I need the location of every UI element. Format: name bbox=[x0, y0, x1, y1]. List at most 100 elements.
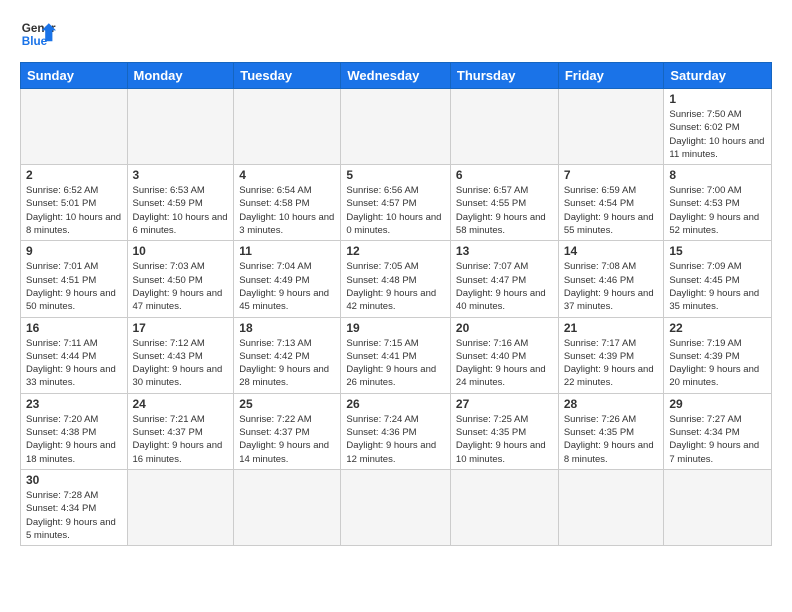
day-info: Sunrise: 7:07 AM Sunset: 4:47 PM Dayligh… bbox=[456, 260, 553, 313]
day-cell: 6 Sunrise: 6:57 AM Sunset: 4:55 PM Daylig… bbox=[450, 165, 558, 241]
day-cell bbox=[558, 469, 664, 545]
day-number: 9 bbox=[26, 244, 122, 258]
day-cell: 1Sunrise: 7:50 AM Sunset: 6:02 PM Daylig… bbox=[664, 89, 772, 165]
day-cell bbox=[127, 89, 234, 165]
week-row-0: 1Sunrise: 7:50 AM Sunset: 6:02 PM Daylig… bbox=[21, 89, 772, 165]
day-info: Sunrise: 7:25 AM Sunset: 4:35 PM Dayligh… bbox=[456, 413, 553, 466]
weekday-header-tuesday: Tuesday bbox=[234, 63, 341, 89]
page: General Blue SundayMondayTuesdayWednesda… bbox=[0, 0, 792, 556]
day-info: Sunrise: 7:26 AM Sunset: 4:35 PM Dayligh… bbox=[564, 413, 659, 466]
day-info: Sunrise: 7:08 AM Sunset: 4:46 PM Dayligh… bbox=[564, 260, 659, 313]
day-cell: 13 Sunrise: 7:07 AM Sunset: 4:47 PM Dayli… bbox=[450, 241, 558, 317]
day-cell: 27 Sunrise: 7:25 AM Sunset: 4:35 PM Dayli… bbox=[450, 393, 558, 469]
day-number: 19 bbox=[346, 321, 445, 335]
day-info: Sunrise: 6:53 AM Sunset: 4:59 PM Dayligh… bbox=[133, 184, 229, 237]
day-number: 25 bbox=[239, 397, 335, 411]
day-cell: 26Sunrise: 7:24 AM Sunset: 4:36 PM Dayli… bbox=[341, 393, 451, 469]
calendar-table: SundayMondayTuesdayWednesdayThursdayFrid… bbox=[20, 62, 772, 546]
day-number: 2 bbox=[26, 168, 122, 182]
weekday-header-sunday: Sunday bbox=[21, 63, 128, 89]
day-cell: 4 Sunrise: 6:54 AM Sunset: 4:58 PM Daylig… bbox=[234, 165, 341, 241]
logo: General Blue bbox=[20, 16, 56, 52]
day-number: 8 bbox=[669, 168, 766, 182]
weekday-header-friday: Friday bbox=[558, 63, 664, 89]
day-number: 30 bbox=[26, 473, 122, 487]
day-cell: 15 Sunrise: 7:09 AM Sunset: 4:45 PM Dayli… bbox=[664, 241, 772, 317]
day-cell: 2Sunrise: 6:52 AM Sunset: 5:01 PM Daylig… bbox=[21, 165, 128, 241]
day-cell bbox=[127, 469, 234, 545]
day-number: 5 bbox=[346, 168, 445, 182]
day-cell bbox=[450, 469, 558, 545]
day-cell bbox=[341, 469, 451, 545]
day-cell: 7Sunrise: 6:59 AM Sunset: 4:54 PM Daylig… bbox=[558, 165, 664, 241]
weekday-header-saturday: Saturday bbox=[664, 63, 772, 89]
day-cell: 8 Sunrise: 7:00 AM Sunset: 4:53 PM Daylig… bbox=[664, 165, 772, 241]
day-number: 14 bbox=[564, 244, 659, 258]
day-number: 10 bbox=[133, 244, 229, 258]
day-number: 6 bbox=[456, 168, 553, 182]
day-info: Sunrise: 7:20 AM Sunset: 4:38 PM Dayligh… bbox=[26, 413, 122, 466]
day-info: Sunrise: 7:01 AM Sunset: 4:51 PM Dayligh… bbox=[26, 260, 122, 313]
day-info: Sunrise: 7:22 AM Sunset: 4:37 PM Dayligh… bbox=[239, 413, 335, 466]
day-cell: 10Sunrise: 7:03 AM Sunset: 4:50 PM Dayli… bbox=[127, 241, 234, 317]
week-row-3: 16 Sunrise: 7:11 AM Sunset: 4:44 PM Dayli… bbox=[21, 317, 772, 393]
day-cell: 14 Sunrise: 7:08 AM Sunset: 4:46 PM Dayli… bbox=[558, 241, 664, 317]
day-number: 11 bbox=[239, 244, 335, 258]
day-cell: 5 Sunrise: 6:56 AM Sunset: 4:57 PM Daylig… bbox=[341, 165, 451, 241]
day-number: 28 bbox=[564, 397, 659, 411]
day-cell: 17Sunrise: 7:12 AM Sunset: 4:43 PM Dayli… bbox=[127, 317, 234, 393]
day-cell: 25 Sunrise: 7:22 AM Sunset: 4:37 PM Dayli… bbox=[234, 393, 341, 469]
day-number: 12 bbox=[346, 244, 445, 258]
day-number: 18 bbox=[239, 321, 335, 335]
day-info: Sunrise: 7:16 AM Sunset: 4:40 PM Dayligh… bbox=[456, 337, 553, 390]
day-cell bbox=[234, 89, 341, 165]
week-row-2: 9 Sunrise: 7:01 AM Sunset: 4:51 PM Daylig… bbox=[21, 241, 772, 317]
day-cell bbox=[450, 89, 558, 165]
week-row-1: 2Sunrise: 6:52 AM Sunset: 5:01 PM Daylig… bbox=[21, 165, 772, 241]
day-cell: 23 Sunrise: 7:20 AM Sunset: 4:38 PM Dayli… bbox=[21, 393, 128, 469]
general-blue-logo-icon: General Blue bbox=[20, 16, 56, 52]
day-info: Sunrise: 7:50 AM Sunset: 6:02 PM Dayligh… bbox=[669, 108, 766, 161]
day-info: Sunrise: 6:56 AM Sunset: 4:57 PM Dayligh… bbox=[346, 184, 445, 237]
day-info: Sunrise: 7:27 AM Sunset: 4:34 PM Dayligh… bbox=[669, 413, 766, 466]
day-cell: 9 Sunrise: 7:01 AM Sunset: 4:51 PM Daylig… bbox=[21, 241, 128, 317]
day-info: Sunrise: 7:12 AM Sunset: 4:43 PM Dayligh… bbox=[133, 337, 229, 390]
day-info: Sunrise: 6:54 AM Sunset: 4:58 PM Dayligh… bbox=[239, 184, 335, 237]
weekday-header-thursday: Thursday bbox=[450, 63, 558, 89]
day-number: 16 bbox=[26, 321, 122, 335]
day-number: 29 bbox=[669, 397, 766, 411]
day-number: 23 bbox=[26, 397, 122, 411]
day-info: Sunrise: 6:57 AM Sunset: 4:55 PM Dayligh… bbox=[456, 184, 553, 237]
day-number: 26 bbox=[346, 397, 445, 411]
day-info: Sunrise: 7:00 AM Sunset: 4:53 PM Dayligh… bbox=[669, 184, 766, 237]
day-number: 21 bbox=[564, 321, 659, 335]
day-cell: 21Sunrise: 7:17 AM Sunset: 4:39 PM Dayli… bbox=[558, 317, 664, 393]
day-cell: 16 Sunrise: 7:11 AM Sunset: 4:44 PM Dayli… bbox=[21, 317, 128, 393]
day-number: 4 bbox=[239, 168, 335, 182]
day-cell: 22 Sunrise: 7:19 AM Sunset: 4:39 PM Dayli… bbox=[664, 317, 772, 393]
day-cell bbox=[664, 469, 772, 545]
day-number: 27 bbox=[456, 397, 553, 411]
day-number: 20 bbox=[456, 321, 553, 335]
weekday-header-monday: Monday bbox=[127, 63, 234, 89]
day-info: Sunrise: 7:15 AM Sunset: 4:41 PM Dayligh… bbox=[346, 337, 445, 390]
day-info: Sunrise: 7:04 AM Sunset: 4:49 PM Dayligh… bbox=[239, 260, 335, 313]
week-row-5: 30Sunrise: 7:28 AM Sunset: 4:34 PM Dayli… bbox=[21, 469, 772, 545]
day-number: 7 bbox=[564, 168, 659, 182]
day-number: 15 bbox=[669, 244, 766, 258]
day-info: Sunrise: 7:21 AM Sunset: 4:37 PM Dayligh… bbox=[133, 413, 229, 466]
weekday-header-row: SundayMondayTuesdayWednesdayThursdayFrid… bbox=[21, 63, 772, 89]
day-cell: 18 Sunrise: 7:13 AM Sunset: 4:42 PM Dayli… bbox=[234, 317, 341, 393]
day-cell: 3Sunrise: 6:53 AM Sunset: 4:59 PM Daylig… bbox=[127, 165, 234, 241]
svg-text:Blue: Blue bbox=[22, 35, 48, 48]
day-cell bbox=[341, 89, 451, 165]
day-cell: 30Sunrise: 7:28 AM Sunset: 4:34 PM Dayli… bbox=[21, 469, 128, 545]
day-info: Sunrise: 7:13 AM Sunset: 4:42 PM Dayligh… bbox=[239, 337, 335, 390]
day-info: Sunrise: 7:19 AM Sunset: 4:39 PM Dayligh… bbox=[669, 337, 766, 390]
day-number: 13 bbox=[456, 244, 553, 258]
day-info: Sunrise: 7:11 AM Sunset: 4:44 PM Dayligh… bbox=[26, 337, 122, 390]
day-number: 22 bbox=[669, 321, 766, 335]
day-number: 24 bbox=[133, 397, 229, 411]
day-info: Sunrise: 7:09 AM Sunset: 4:45 PM Dayligh… bbox=[669, 260, 766, 313]
day-info: Sunrise: 7:05 AM Sunset: 4:48 PM Dayligh… bbox=[346, 260, 445, 313]
